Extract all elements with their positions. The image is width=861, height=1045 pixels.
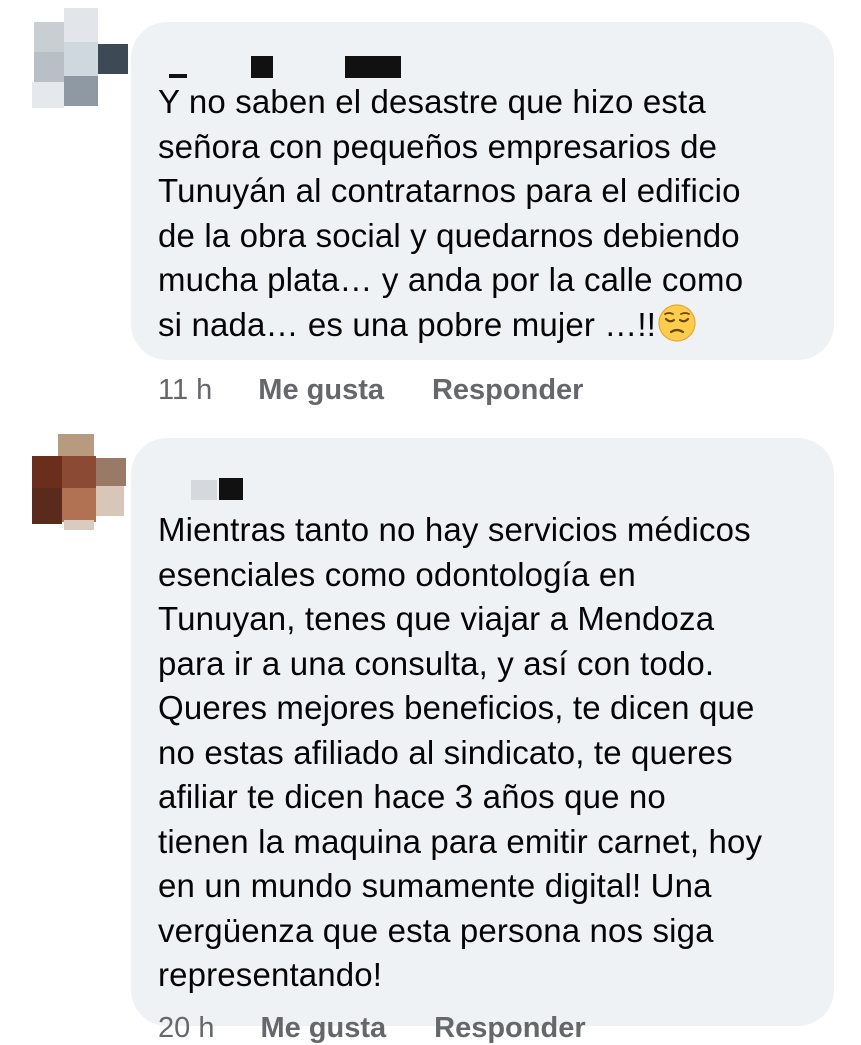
like-button[interactable]: Me gusta: [260, 1012, 386, 1045]
avatar[interactable]: [30, 8, 130, 108]
like-button[interactable]: Me gusta: [258, 374, 384, 407]
comment-bubble: Mientras tanto no hay servicios médicos …: [131, 438, 834, 1026]
reply-button[interactable]: Responder: [432, 374, 583, 407]
comment-timestamp[interactable]: 11 h: [158, 374, 212, 407]
author-name-redacted[interactable]: [159, 458, 419, 500]
comment-actions: 20 h Me gusta Responder: [158, 1012, 586, 1045]
comment-text: Y no saben el desastre que hizo esta señ…: [158, 83, 744, 343]
reply-button[interactable]: Responder: [434, 1012, 585, 1045]
comment-actions: 11 h Me gusta Responder: [158, 374, 583, 407]
comment-timestamp[interactable]: 20 h: [158, 1012, 214, 1045]
avatar[interactable]: [28, 434, 128, 534]
pensive-face-emoji-icon: [657, 303, 697, 343]
comment-bubble: Y no saben el desastre que hizo esta señ…: [131, 22, 834, 360]
author-name-redacted[interactable]: [159, 42, 419, 78]
comment-text: Mientras tanto no hay servicios médicos …: [158, 511, 763, 993]
